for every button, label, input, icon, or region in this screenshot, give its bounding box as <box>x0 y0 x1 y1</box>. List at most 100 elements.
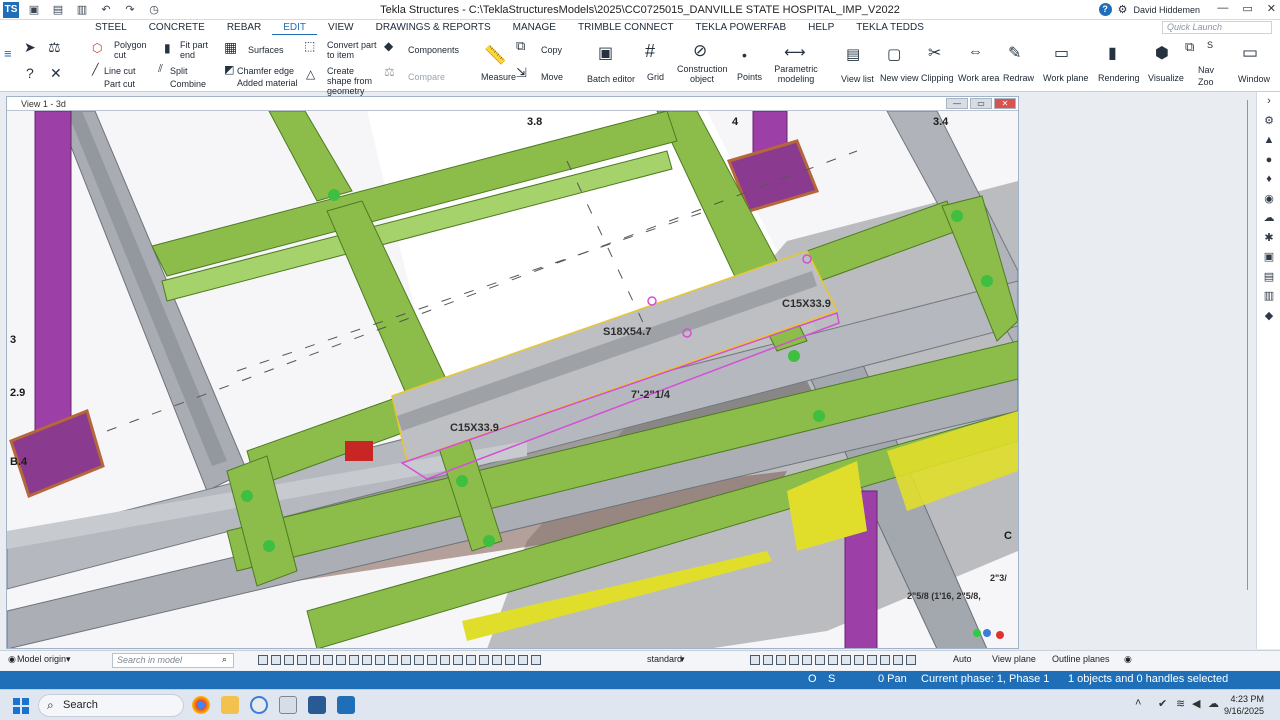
file-explorer-icon[interactable] <box>221 696 239 714</box>
surfaces-button[interactable]: Surfaces <box>248 45 284 55</box>
select-icon[interactable] <box>284 655 294 665</box>
select-icon[interactable] <box>362 655 372 665</box>
chrome-icon[interactable] <box>192 696 210 714</box>
points-button[interactable]: Points <box>737 72 762 82</box>
snap-icon[interactable] <box>750 655 760 665</box>
snap-icon[interactable] <box>492 655 502 665</box>
work-plane-button[interactable]: Work plane <box>1043 73 1088 83</box>
auto-dropdown[interactable]: Auto <box>953 654 972 664</box>
snap-icon[interactable] <box>401 655 411 665</box>
undo-icon[interactable]: ↶ <box>98 2 114 18</box>
outline-planes-dropdown[interactable]: Outline planes <box>1052 654 1110 664</box>
snap-icon[interactable]: ⧉ <box>1185 39 1194 55</box>
report-icon[interactable]: ▥ <box>1257 287 1280 307</box>
create-shape-button[interactable]: Create shape from geometry <box>327 66 381 96</box>
chevron-down-icon[interactable]: ▾ <box>680 654 685 665</box>
components-button[interactable]: Components <box>408 45 459 55</box>
snap-icon[interactable] <box>440 655 450 665</box>
parametric-modeling-button[interactable]: Parametric modeling <box>772 64 820 84</box>
tekla-logo-icon[interactable]: TS <box>3 2 19 18</box>
scales-icon[interactable]: ⚖ <box>48 39 61 56</box>
volume-icon[interactable]: ◀ <box>1192 697 1200 710</box>
status-phase[interactable]: Current phase: 1, Phase 1 <box>921 673 1049 685</box>
snap-icon[interactable] <box>388 655 398 665</box>
select-icon[interactable] <box>323 655 333 665</box>
tab-drawings-reports[interactable]: DRAWINGS & REPORTS <box>365 21 502 36</box>
quick-launch-input[interactable]: Quick Launch <box>1162 21 1272 34</box>
added-material-button[interactable]: Added material <box>237 78 298 88</box>
view-maximize-button[interactable]: ▭ <box>970 98 992 109</box>
snap-icon[interactable] <box>427 655 437 665</box>
account-icon[interactable]: ⚙ <box>1118 3 1128 16</box>
wifi-icon[interactable]: ≋ <box>1176 697 1185 710</box>
construction-object-icon[interactable]: ⊘ <box>693 41 707 61</box>
chevron-down-icon[interactable]: ▾ <box>66 654 71 665</box>
view-plane-dropdown[interactable]: View plane <box>992 654 1036 664</box>
points-icon[interactable]: • <box>742 47 747 63</box>
search-model-input[interactable]: Search in model <box>112 653 234 668</box>
select-icon[interactable] <box>310 655 320 665</box>
redraw-button[interactable]: Redraw <box>1003 73 1034 83</box>
history-icon[interactable]: ◷ <box>146 2 162 18</box>
select-icon[interactable] <box>297 655 307 665</box>
snap-icon[interactable] <box>841 655 851 665</box>
split-button[interactable]: Split <box>170 66 188 76</box>
open-icon[interactable]: ▤ <box>50 2 66 18</box>
expand-pane-icon[interactable]: › <box>1257 92 1280 112</box>
work-plane-icon[interactable]: ▭ <box>1054 43 1069 63</box>
rendering-button[interactable]: Rendering <box>1098 73 1140 83</box>
measure-icon[interactable]: 📏 <box>484 45 506 66</box>
tab-rebar[interactable]: REBAR <box>216 21 272 36</box>
snap-icon[interactable] <box>828 655 838 665</box>
tab-tekla-powerfab[interactable]: TEKLA POWERFAB <box>685 21 798 36</box>
new-view-icon[interactable]: ▢ <box>887 45 901 63</box>
vertical-scrollbar[interactable] <box>1244 100 1252 590</box>
tab-tekla-tedds[interactable]: TEKLA TEDDS <box>845 21 935 36</box>
batch-editor-icon[interactable]: ▣ <box>598 43 613 63</box>
snap-icon[interactable] <box>414 655 424 665</box>
globe-icon[interactable]: ◉ <box>1257 190 1280 210</box>
view-window-3d[interactable]: View 1 - 3d — ▭ ✕ 3.8 4 3.4 3 2.9 B.4 C … <box>6 96 1019 649</box>
tab-steel[interactable]: STEEL <box>84 21 138 36</box>
components-icon[interactable]: ◆ <box>384 39 393 53</box>
move-button[interactable]: Move <box>541 72 563 82</box>
convert-part-icon[interactable]: ⬚ <box>304 39 315 53</box>
copy-button[interactable]: Copy <box>541 45 562 55</box>
visualize-icon[interactable]: ⬢ <box>1155 43 1169 63</box>
work-area-icon[interactable]: ⇔ <box>968 43 983 60</box>
model-3d-scene[interactable]: 3.8 4 3.4 3 2.9 B.4 C C15X33.9 S18X54.7 … <box>7 111 1018 649</box>
convert-part-button[interactable]: Convert part to item <box>327 40 383 60</box>
fit-part-end-button[interactable]: Fit part end <box>180 40 210 60</box>
select-icon[interactable] <box>271 655 281 665</box>
batch-editor-button[interactable]: Batch editor <box>587 74 635 84</box>
tag-icon[interactable]: ◆ <box>1257 307 1280 327</box>
close-button[interactable]: ✕ <box>1267 2 1276 15</box>
select-icon[interactable] <box>349 655 359 665</box>
status-ortho[interactable]: O <box>808 673 817 685</box>
tab-manage[interactable]: MANAGE <box>502 21 567 36</box>
notification-icon[interactable]: ☁ <box>1208 697 1219 710</box>
move-icon[interactable]: ⇲ <box>516 65 527 81</box>
clipping-icon[interactable]: ✂ <box>928 43 941 63</box>
window-icon[interactable]: ▭ <box>1242 43 1258 63</box>
snap-icon[interactable] <box>763 655 773 665</box>
grid-button[interactable]: Grid <box>647 72 664 82</box>
snap-icon[interactable] <box>466 655 476 665</box>
bell-icon[interactable]: ♦ <box>1257 170 1280 190</box>
line-cut-button[interactable]: Line cut <box>104 66 136 76</box>
snap-icon[interactable] <box>776 655 786 665</box>
zoom-button[interactable]: Zoo <box>1198 77 1214 87</box>
compare-button[interactable]: Compare <box>408 72 445 82</box>
tools-icon[interactable]: ✕ <box>50 65 62 82</box>
status-snap[interactable]: S <box>828 673 835 685</box>
chevron-up-icon[interactable]: ˄ <box>1135 697 1141 709</box>
chamfer-edge-button[interactable]: Chamfer edge <box>237 66 294 76</box>
window-button[interactable]: Window <box>1238 74 1270 84</box>
view-filter-dropdown[interactable]: standard <box>647 654 682 664</box>
tab-trimble-connect[interactable]: TRIMBLE CONNECT <box>567 21 685 36</box>
grid-icon[interactable]: # <box>645 41 655 62</box>
tab-edit[interactable]: EDIT <box>272 21 318 36</box>
chamfer-edge-icon[interactable]: ◩ <box>224 63 234 76</box>
combine-button[interactable]: Combine <box>170 79 206 89</box>
app-icon[interactable] <box>337 696 355 714</box>
